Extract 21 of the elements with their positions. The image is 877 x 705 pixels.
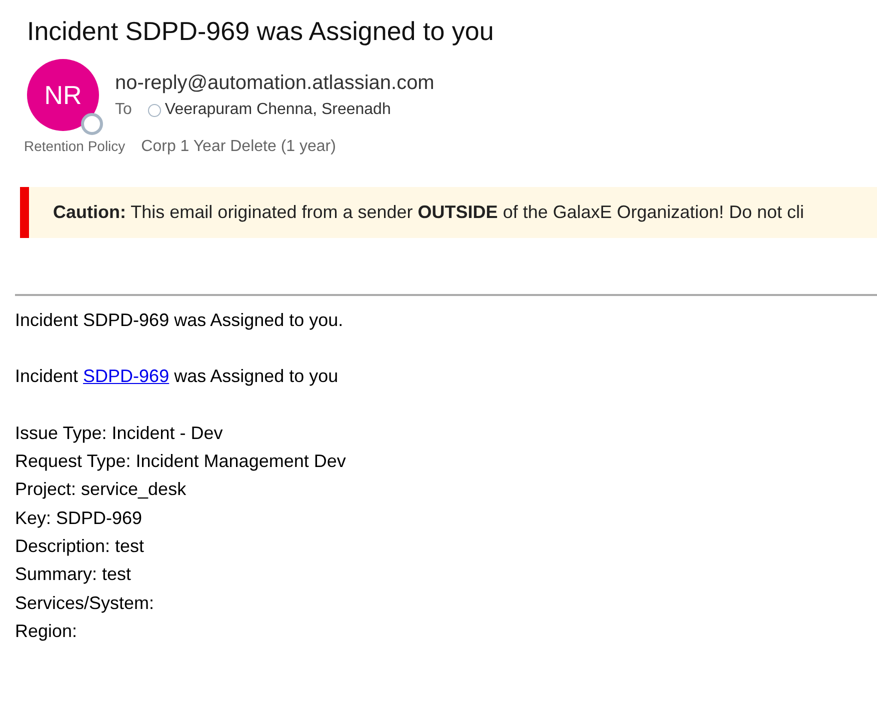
issue-link[interactable]: SDPD-969 — [83, 362, 170, 391]
body-text: Incident — [15, 365, 78, 388]
field-line: Request Type: Incident Management Dev — [15, 450, 347, 474]
field-line: Key: SDPD-969 — [15, 506, 144, 530]
retention-value: Corp 1 Year Delete (1 year) — [141, 137, 336, 158]
field-line: Description: test — [15, 534, 146, 558]
sender-address: no-reply@automation.atlassian.com — [115, 71, 434, 96]
field-line: Services/System: — [15, 592, 156, 615]
caution-banner: Caution: This email originated from a sender OUTSIDE of the GalaxE Organization! Do not cli — [20, 187, 877, 238]
field-line: Project: service_desk — [15, 478, 188, 502]
field-line: Region: — [15, 620, 78, 643]
email-subject: Incident SDPD-969 was Assigned to you — [26, 15, 495, 48]
body-text: was Assigned to you — [174, 365, 338, 388]
recipient-name: Veerapuram Chenna, Sreenadh — [164, 100, 391, 120]
body-text: Incident SDPD-969 was Assigned to you. — [15, 309, 344, 332]
field-line: Summary: test — [15, 563, 132, 586]
status-icon — [148, 104, 161, 117]
to-label: To — [115, 100, 132, 120]
retention-label: Retention Policy — [24, 137, 126, 156]
presence-icon — [81, 113, 103, 136]
field-line: Issue Type: Incident - Dev — [15, 422, 224, 445]
